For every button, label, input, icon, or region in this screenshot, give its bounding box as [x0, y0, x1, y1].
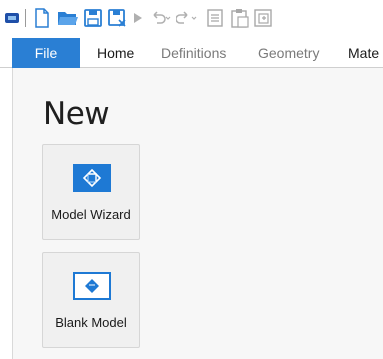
new-file-icon[interactable] — [34, 7, 50, 29]
model-wizard-label: Model Wizard — [51, 207, 131, 222]
paste-icon[interactable] — [231, 7, 249, 29]
tab-definitions[interactable]: Definitions — [161, 38, 226, 68]
backstage-new-panel: New Model Wizard Blank Model — [12, 68, 383, 359]
ribbon-tab-bar: File Home Definitions Geometry Mate — [0, 38, 383, 68]
app-icon[interactable] — [4, 7, 20, 29]
quick-access-toolbar — [0, 0, 383, 36]
model-wizard-icon — [73, 164, 111, 192]
save-as-icon[interactable] — [108, 7, 128, 29]
page-title: New — [43, 96, 110, 132]
blank-model-button[interactable]: Blank Model — [42, 252, 140, 348]
run-icon[interactable] — [133, 7, 143, 29]
open-folder-icon[interactable] — [57, 7, 79, 29]
duplicate-icon[interactable] — [254, 7, 272, 29]
redo-icon[interactable] — [176, 7, 198, 29]
undo-icon[interactable] — [149, 7, 171, 29]
tab-home[interactable]: Home — [97, 38, 134, 68]
blank-model-icon — [73, 272, 111, 300]
tab-file[interactable]: File — [12, 38, 80, 68]
save-icon[interactable] — [84, 7, 102, 29]
model-wizard-button[interactable]: Model Wizard — [42, 144, 140, 240]
copy-icon[interactable] — [207, 7, 223, 29]
separator — [25, 7, 27, 29]
blank-model-label: Blank Model — [55, 315, 127, 330]
tab-geometry[interactable]: Geometry — [258, 38, 319, 68]
tab-materials[interactable]: Mate — [348, 38, 379, 68]
